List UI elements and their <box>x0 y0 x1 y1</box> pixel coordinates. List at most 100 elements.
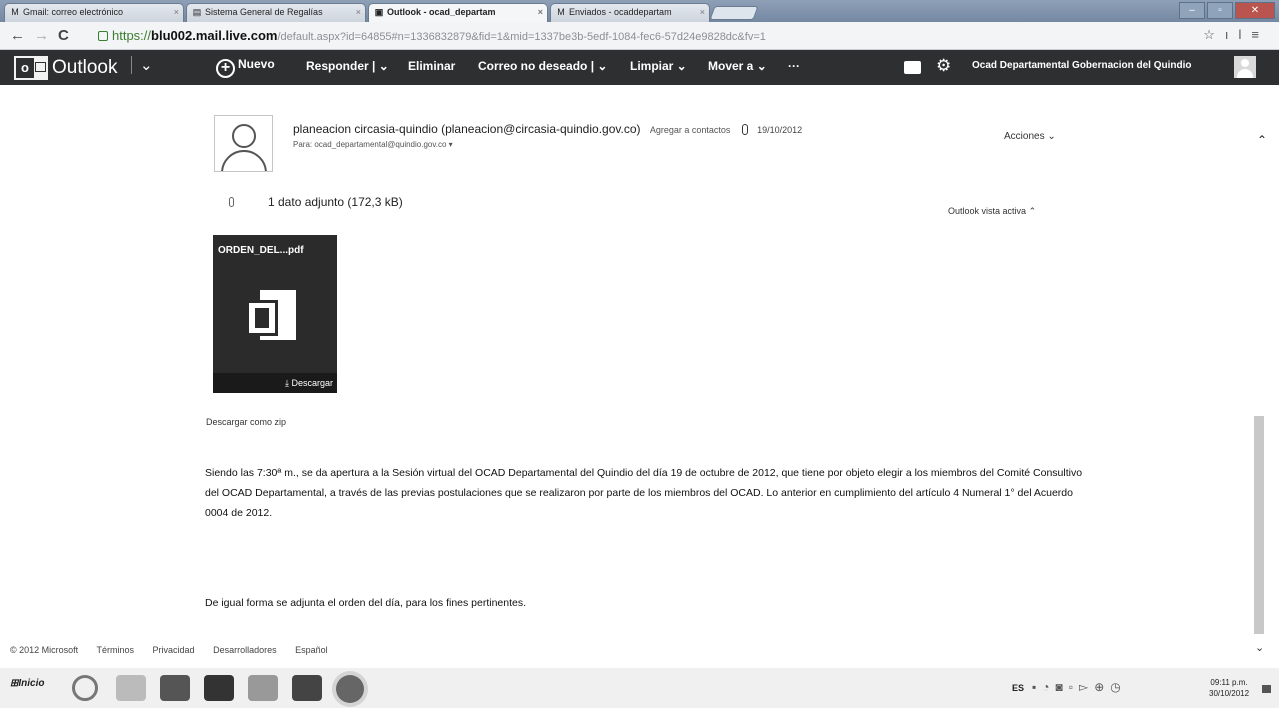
paperclip-icon <box>229 197 234 207</box>
close-window-button[interactable]: ✕ <box>1235 2 1275 19</box>
sgr-icon: ▤ <box>192 7 202 17</box>
extension-icon[interactable]: ıl <box>1225 27 1252 42</box>
document-icon <box>246 290 298 346</box>
attachment-thumbnail[interactable]: ORDEN_DEL...pdf ⤓ Descargar <box>213 235 337 393</box>
paperclip-icon <box>741 124 748 135</box>
lock-icon <box>98 31 108 41</box>
move-to-button[interactable]: Mover a ⌄ <box>708 59 767 73</box>
gmail-icon: M <box>11 7 19 17</box>
address-bar: ← → C https://blu002.mail.live.com/defau… <box>0 22 1279 50</box>
tab-sistema-regalias[interactable]: ▤ Sistema General de Regalías × <box>186 3 366 22</box>
tab-label: Gmail: correo electrónico <box>23 7 124 17</box>
tab-label: Sistema General de Regalías <box>205 7 323 17</box>
page-footer: © 2012 Microsoft Términos Privacidad Des… <box>10 645 344 655</box>
tab-label: Enviados - ocaddepartam <box>569 7 672 17</box>
scrollbar-thumb[interactable] <box>1254 416 1264 634</box>
clock-date: 30/10/2012 <box>1209 689 1250 698</box>
browser-tab-strip: M Gmail: correo electrónico × ▤ Sistema … <box>0 0 1279 22</box>
url-path: /default.aspx?id=64855#n=1336832879&fid=… <box>277 31 766 43</box>
menu-icon[interactable]: ≡ <box>1251 27 1269 42</box>
chevron-down-icon[interactable]: ⌄ <box>1255 641 1264 654</box>
minimize-button[interactable]: – <box>1179 2 1205 19</box>
chrome-icon[interactable] <box>336 675 364 703</box>
copyright-text: © 2012 Microsoft <box>10 645 79 655</box>
sweep-button[interactable]: Limpiar ⌄ <box>630 59 687 73</box>
outlook-logo-icon: o <box>14 55 48 80</box>
app-name: Outlook <box>52 56 118 78</box>
users-icon[interactable] <box>248 675 278 701</box>
tab-outlook[interactable]: ▣ Outlook - ocad_departam × <box>368 3 548 22</box>
clock[interactable]: 09:11 p.m. 30/10/2012 <box>1209 677 1249 699</box>
clock-time: 09:11 p.m. <box>1210 678 1248 687</box>
message-date: 19/10/2012 <box>757 125 803 135</box>
chevron-down-icon: ⌄ <box>1047 131 1056 142</box>
download-icon: ⤓ <box>284 378 289 388</box>
reload-icon[interactable]: C <box>58 27 69 44</box>
show-desktop-button[interactable] <box>1262 685 1271 693</box>
outlook-header: o Outlook ⌄ + Nuevo Responder | ⌄ Elimina… <box>0 50 1279 85</box>
tab-gmail[interactable]: M Gmail: correo electrónico × <box>4 3 184 22</box>
tab-enviados[interactable]: M Enviados - ocaddepartam × <box>550 3 710 22</box>
chevron-up-icon: ⌃ <box>1028 206 1037 216</box>
window-controls: – ▫ ✕ <box>1179 2 1275 19</box>
avatar[interactable] <box>1234 56 1256 78</box>
to-label: Para: <box>293 140 313 149</box>
close-icon[interactable]: × <box>356 4 361 21</box>
terms-link[interactable]: Términos <box>97 645 135 655</box>
ie-icon[interactable] <box>72 675 98 701</box>
taskbar: ⊞Inicio ES ▪◔◙▫▻⊕◷ 09:11 p.m. 30/10/2012 <box>0 668 1279 708</box>
document-app-icon[interactable] <box>292 675 322 701</box>
close-icon[interactable]: × <box>538 4 543 21</box>
outlook-icon: ▣ <box>374 7 384 17</box>
bookmark-star-icon[interactable]: ☆ <box>1203 27 1225 42</box>
download-zip-link[interactable]: Descargar como zip <box>206 417 286 427</box>
url-host: blu002.mail.live.com <box>151 28 278 43</box>
account-name[interactable]: Ocad Departamental Gobernacion del Quind… <box>972 60 1191 71</box>
url-scheme: https:// <box>112 28 152 43</box>
language-indicator[interactable]: ES <box>1012 683 1024 693</box>
chat-icon[interactable] <box>904 61 921 74</box>
recipient-address[interactable]: ocad_departamental@quindio.gov.co <box>314 140 446 149</box>
tab-label: Outlook - ocad_departam <box>387 7 496 17</box>
message-body-paragraph: De igual forma se adjunta el orden del d… <box>205 597 527 609</box>
add-contact-link[interactable]: Agregar a contactos <box>650 125 731 135</box>
gear-icon[interactable]: ⚙ <box>936 56 951 76</box>
active-view-toggle[interactable]: Outlook vista activa ⌃ <box>948 206 1036 217</box>
attachment-summary: 1 dato adjunto (172,3 kB) <box>229 195 403 209</box>
new-button[interactable]: + Nuevo <box>216 57 275 78</box>
plus-icon: + <box>216 59 235 78</box>
sender-line: planeacion circasia-quindio (planeacion@… <box>293 122 802 136</box>
actions-menu[interactable]: Acciones ⌄ <box>1004 131 1056 142</box>
download-button[interactable]: ⤓ Descargar <box>213 373 337 393</box>
mail-icon[interactable] <box>204 675 234 701</box>
folder-icon[interactable] <box>116 675 146 701</box>
junk-button[interactable]: Correo no deseado | ⌄ <box>478 59 607 73</box>
maximize-button[interactable]: ▫ <box>1207 2 1233 19</box>
message-body-paragraph: Siendo las 7:30ª m., se da apertura a la… <box>205 467 1083 519</box>
url-field[interactable]: https://blu002.mail.live.com/default.asp… <box>98 26 1178 46</box>
media-player-icon[interactable] <box>160 675 190 701</box>
delete-button[interactable]: Eliminar <box>408 59 455 73</box>
chevron-down-icon[interactable]: ⌄ <box>131 56 153 74</box>
sender-name[interactable]: planeacion circasia-quindio (planeacion@… <box>293 122 640 136</box>
language-link[interactable]: Español <box>295 645 328 655</box>
chevron-up-icon[interactable]: ⌃ <box>1257 133 1267 147</box>
reply-button[interactable]: Responder | ⌄ <box>306 59 389 73</box>
start-button[interactable]: ⊞Inicio <box>10 678 45 689</box>
more-options-button[interactable]: ··· <box>788 59 800 73</box>
close-icon[interactable]: × <box>174 4 179 21</box>
browser-toolbar-icons: ☆ıl≡ <box>1203 27 1269 43</box>
privacy-link[interactable]: Privacidad <box>153 645 195 655</box>
back-icon[interactable]: ← <box>10 27 25 44</box>
outlook-logo[interactable]: o Outlook <box>14 55 117 80</box>
new-tab-button[interactable] <box>709 6 759 20</box>
sender-avatar <box>214 115 273 172</box>
gmail-icon: M <box>557 7 565 17</box>
attachment-name: ORDEN_DEL...pdf <box>218 245 304 256</box>
system-tray-icons[interactable]: ▪◔◙▫▻⊕◷ <box>1032 680 1127 694</box>
close-icon[interactable]: × <box>700 4 705 21</box>
chevron-down-icon[interactable]: ▾ <box>449 140 453 149</box>
developers-link[interactable]: Desarrolladores <box>213 645 277 655</box>
recipient-line: Para: ocad_departamental@quindio.gov.co … <box>293 140 453 149</box>
forward-icon[interactable]: → <box>34 27 49 44</box>
